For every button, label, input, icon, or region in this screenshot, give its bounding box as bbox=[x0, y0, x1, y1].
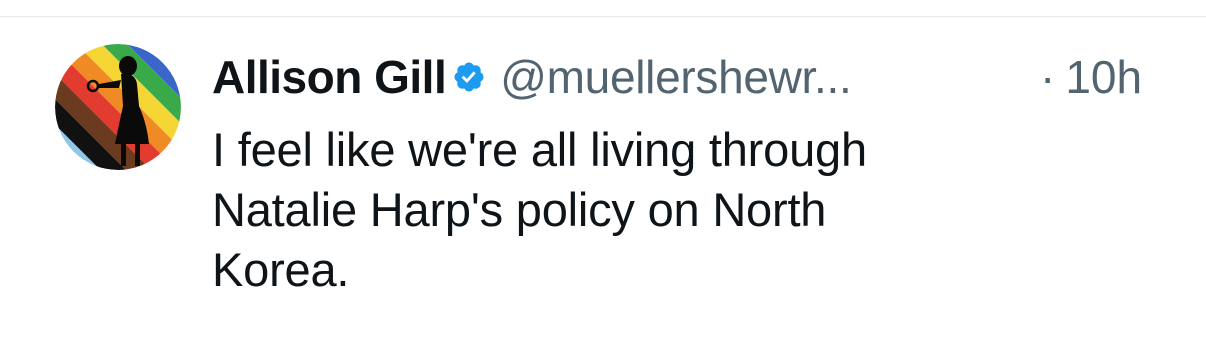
post-text: I feel like we're all living through Nat… bbox=[212, 120, 1112, 300]
avatar[interactable] bbox=[55, 44, 181, 170]
silhouette-on-rainbow-icon bbox=[55, 44, 181, 170]
author-handle[interactable]: @muellershewr... bbox=[500, 50, 852, 104]
author-name[interactable]: Allison Gill bbox=[212, 50, 447, 104]
post-text-line: I feel like we're all living through bbox=[212, 123, 867, 176]
timestamp[interactable]: 10h bbox=[1065, 50, 1142, 104]
post-text-line: Natalie Harp's policy on North bbox=[212, 183, 827, 236]
verified-badge-icon bbox=[452, 60, 486, 94]
post-meta: · 10h bbox=[1040, 47, 1142, 107]
post-text-line: Korea. bbox=[212, 243, 350, 296]
post-header: Allison Gill @muellershewr... bbox=[212, 47, 852, 107]
separator-dot: · bbox=[1040, 51, 1056, 103]
post[interactable]: Allison Gill @muellershewr... · 10h I fe… bbox=[0, 17, 1206, 352]
